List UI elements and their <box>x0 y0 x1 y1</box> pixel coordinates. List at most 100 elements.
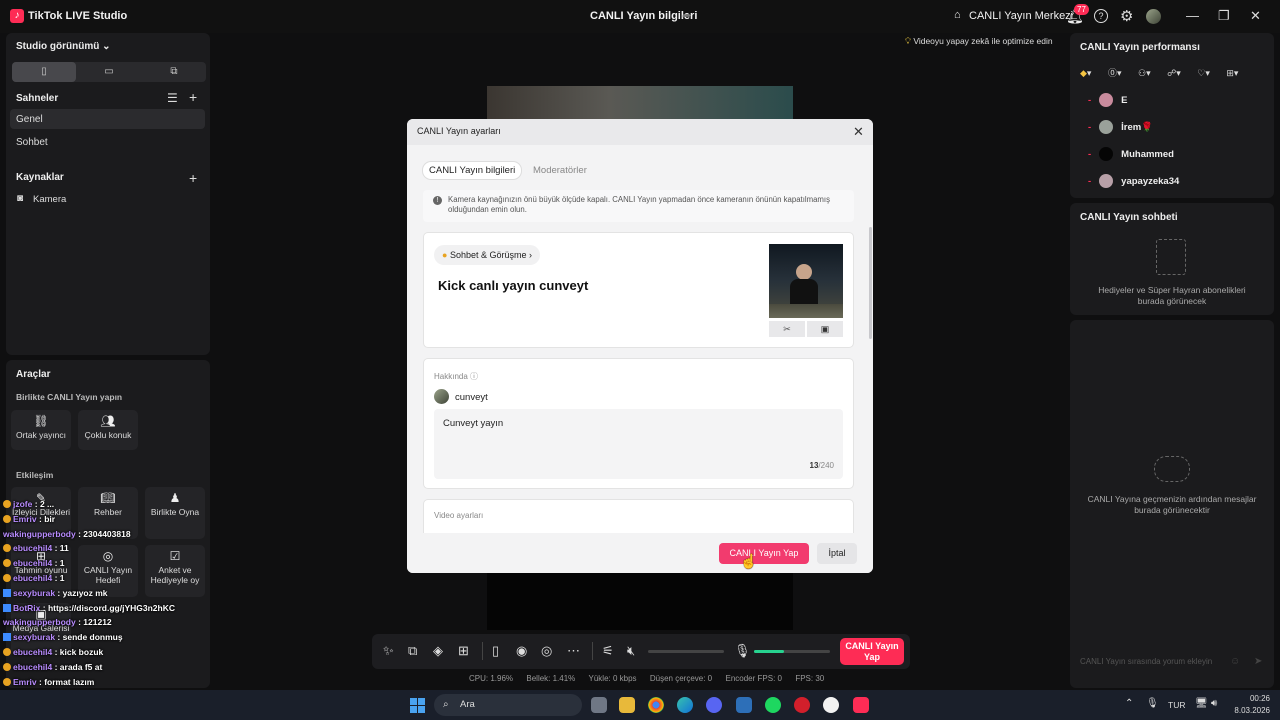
crop-button[interactable]: ✂ <box>769 321 805 337</box>
avatar <box>434 389 449 404</box>
maximize-icon[interactable]: ❐ <box>1218 8 1230 24</box>
studio-view-title[interactable]: Studio görünümü ⌄ <box>16 41 111 52</box>
taskbar-search[interactable]: ⌕ Ara <box>434 694 582 716</box>
phone-icon[interactable]: ▯ <box>492 643 499 659</box>
play-together-tool[interactable]: ♟ Birlikte Oyna <box>145 487 205 539</box>
more-icon[interactable]: ⋯ <box>567 643 580 659</box>
settings-sliders-icon[interactable]: ⚟ <box>602 643 614 659</box>
network-icon[interactable]: 🖥︎ <box>1195 698 1208 709</box>
landscape-button[interactable]: ▭ <box>77 62 141 82</box>
badge-icon <box>3 544 11 553</box>
stream-title[interactable]: Kick canlı yayın cunveyt <box>438 278 588 293</box>
speaker-volume-slider[interactable] <box>648 650 724 653</box>
badge-icon <box>3 500 11 508</box>
chevron-up-icon[interactable]: ⌃ <box>1125 698 1133 709</box>
chat-message: sexyburak : sende donmuş <box>3 632 123 642</box>
capture-icon[interactable]: ◎ <box>541 643 552 659</box>
app-title: TikTok LIVE Studio <box>28 10 128 22</box>
steam-icon[interactable] <box>823 697 839 713</box>
modal-scrollbar[interactable] <box>869 227 872 339</box>
opera-icon[interactable] <box>794 697 810 713</box>
live-center-link[interactable]: CANLI Yayın Merkezi <box>969 10 1073 22</box>
send-icon[interactable]: ➤ <box>1254 656 1262 667</box>
upload-stat: Yükle: 0 kbps <box>588 674 637 683</box>
add-scene-icon[interactable]: + <box>189 89 197 105</box>
chat-message: BotRix : https://discord.gg/jYHG3n2hKC <box>3 603 175 613</box>
viewer-row[interactable]: - yapayzeka34 <box>1088 174 1179 188</box>
cohost-tool[interactable]: ⛓ Ortak yayıncı <box>11 410 71 450</box>
gear-icon[interactable]: ⚙ <box>1120 7 1133 25</box>
speaker-muted-icon[interactable]: 🔇︎ <box>627 643 635 659</box>
badge-icon <box>3 648 11 656</box>
microphone-tray-icon[interactable]: 🎙︎ <box>1146 698 1159 709</box>
add-source-icon[interactable]: + <box>189 170 197 186</box>
category-chip[interactable]: ● Sohbet & Görüşme › <box>434 245 541 265</box>
close-icon[interactable]: ✕ <box>853 124 864 140</box>
go-live-button[interactable]: CANLI Yayın Yap <box>719 543 809 564</box>
clock-date[interactable]: 8.03.2026 <box>1226 706 1270 715</box>
volume-icon[interactable]: 🔊︎ <box>1211 698 1217 709</box>
clock-time[interactable]: 00:26 <box>1232 694 1270 703</box>
tool-label: CANLI Yayın Hedefi <box>83 565 133 585</box>
spotify-icon[interactable] <box>765 697 781 713</box>
interaction-title: Etkileşim <box>16 470 54 480</box>
live-chat-panel: CANLI Yayın sohbeti Hediyeler ve Süper H… <box>1070 203 1274 315</box>
scenes-title: Sahneler <box>16 93 59 104</box>
tab-moderators[interactable]: Moderatörler <box>527 162 593 179</box>
viewer-row[interactable]: - İrem🌹 <box>1088 120 1153 134</box>
chat-input[interactable]: CANLI Yayın sırasında yorum ekleyin <box>1076 652 1246 672</box>
tab-live-info[interactable]: CANLI Yayın bilgileri <box>423 162 522 179</box>
poll-tool[interactable]: ☑ Anket ve Hediyeyle oy <box>145 545 205 597</box>
help-icon[interactable]: ? <box>1094 9 1108 23</box>
effects-icon[interactable]: ⧉ <box>408 643 417 659</box>
chat-text: 121212 <box>83 617 112 628</box>
ai-optimize-hint[interactable]: 💡︎ Videoyu yapay zekâ ile optimize edin <box>905 36 1053 50</box>
record-icon[interactable]: ◉ <box>516 643 527 659</box>
magic-icon[interactable]: ✨︎ <box>383 643 394 659</box>
task-view-icon[interactable] <box>591 697 607 713</box>
scene-item[interactable]: Genel <box>10 109 205 129</box>
toolbar-go-live-button[interactable]: CANLI Yayın Yap <box>840 638 904 665</box>
microphone-icon[interactable]: 🎙︎ <box>734 643 751 659</box>
video-preview <box>487 86 793 122</box>
gift-icon: ⊞ <box>1226 68 1234 78</box>
camera-icon: ◙ <box>17 193 24 204</box>
viewer-row[interactable]: -E <box>1088 93 1128 107</box>
change-cover-button[interactable]: ▣ <box>807 321 843 337</box>
badge-icon <box>3 574 11 582</box>
viewer-row[interactable]: - Muhammed <box>1088 147 1174 161</box>
filter-icon[interactable]: ◈ <box>433 643 443 659</box>
app-icon[interactable] <box>736 697 752 713</box>
chrome-icon[interactable] <box>648 697 664 713</box>
list-icon[interactable]: ☰ <box>167 91 178 105</box>
tiktok-live-icon[interactable] <box>853 697 869 713</box>
chat-message: ebucehil4 : arada f5 at <box>3 662 102 672</box>
notification-badge: 77 <box>1074 4 1089 15</box>
file-explorer-icon[interactable] <box>619 697 635 713</box>
camera-warning: ! Kamera kaynağınızın önü büyük ölçüde k… <box>423 190 854 222</box>
viewer-avatar <box>1099 93 1114 107</box>
cancel-button[interactable]: İptal <box>817 543 857 564</box>
share-icon[interactable]: ➦ <box>682 9 691 22</box>
discord-icon[interactable] <box>706 697 722 713</box>
edge-icon[interactable] <box>677 697 693 713</box>
language-indicator[interactable]: TUR <box>1168 700 1185 710</box>
mic-volume-slider[interactable] <box>754 650 830 653</box>
multi-guest-tool[interactable]: 👥︎ Çoklu konuk <box>78 410 138 450</box>
dual-layout-button[interactable]: ⧉ <box>142 62 206 82</box>
emoji-icon[interactable]: ☺ <box>1230 656 1240 667</box>
add-media-icon[interactable]: ⊞ <box>458 643 469 659</box>
source-item[interactable]: Kamera <box>33 194 66 205</box>
about-textarea[interactable]: Cunveyt yayın 13/240 <box>434 409 843 479</box>
live-settings-modal: CANLI Yayın ayarları ✕ CANLI Yayın bilgi… <box>407 119 873 573</box>
ground <box>769 304 843 318</box>
close-icon[interactable]: ✕ <box>1250 8 1261 24</box>
minimize-icon[interactable]: — <box>1186 8 1199 23</box>
about-label-text: Hakkında <box>434 372 468 381</box>
chat-message: ebucehil4 : 11 <box>3 543 69 553</box>
scene-item[interactable]: Sohbet <box>16 137 48 148</box>
metrics-row[interactable]: ◆▾ ⓪▾ ⚇▾ ☍▾ ♡▾ ⊞▾ <box>1080 66 1238 79</box>
portrait-button[interactable]: ▯ <box>12 62 76 82</box>
windows-start-icon[interactable] <box>410 698 425 713</box>
avatar[interactable] <box>1146 9 1161 24</box>
